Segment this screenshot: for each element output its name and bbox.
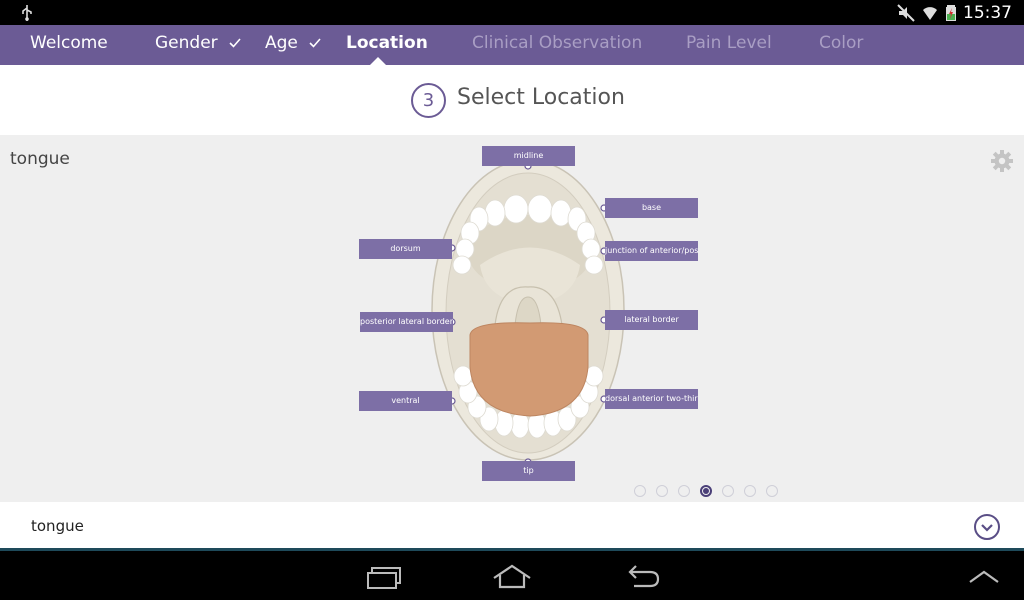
selected-location: tongue xyxy=(31,517,84,535)
active-step-indicator xyxy=(370,57,386,65)
location-tag-tip[interactable]: tip xyxy=(482,461,575,481)
nav-step-label: Location xyxy=(346,33,428,53)
page-dot[interactable] xyxy=(656,485,668,497)
nav-step-label: Age xyxy=(265,33,298,53)
page-header: 3 Select Location xyxy=(0,65,1024,135)
nav-step-label: Welcome xyxy=(30,33,108,53)
page-dot[interactable] xyxy=(678,485,690,497)
page-dot[interactable] xyxy=(744,485,756,497)
nav-step-location[interactable]: Location xyxy=(346,25,428,65)
location-tag-dorsum[interactable]: dorsum xyxy=(359,239,452,259)
step-navigation: Welcome Gender Age Location Clinical Obs… xyxy=(0,25,1024,65)
step-number-badge: 3 xyxy=(411,83,446,118)
back-icon[interactable] xyxy=(622,562,662,592)
nav-step-label: Clinical Observation xyxy=(472,33,643,53)
clock: 15:37 xyxy=(963,3,1012,23)
check-icon xyxy=(309,38,321,48)
page-dot[interactable] xyxy=(722,485,734,497)
location-tag-midline[interactable]: midline xyxy=(482,146,575,166)
location-tag-ventral[interactable]: ventral xyxy=(359,391,452,411)
nav-step-gender[interactable]: Gender xyxy=(155,25,241,65)
expand-selection-button[interactable] xyxy=(974,514,1000,540)
location-tag-dorsal-anterior-two-thirds[interactable]: dorsal anterior two-thirds xyxy=(605,389,698,409)
chevron-down-icon xyxy=(981,524,993,532)
status-bar: 15:37 xyxy=(0,0,1024,25)
battery-icon xyxy=(946,5,956,21)
nav-step-pain-level[interactable]: Pain Level xyxy=(686,25,772,65)
page-dot[interactable] xyxy=(634,485,646,497)
nav-step-color[interactable]: Color xyxy=(819,25,863,65)
system-navigation-bar xyxy=(0,554,1024,600)
selection-bar: tongue xyxy=(0,502,1024,551)
page-dot-active[interactable] xyxy=(700,485,712,497)
page-dot[interactable] xyxy=(766,485,778,497)
recent-apps-icon[interactable] xyxy=(362,562,402,592)
location-panel: tongue midline base dorsum junction of a… xyxy=(0,135,1024,502)
mute-icon xyxy=(897,4,915,22)
check-icon xyxy=(229,38,241,48)
home-icon[interactable] xyxy=(492,562,532,592)
location-tag-lateral-border[interactable]: lateral border xyxy=(605,310,698,330)
wifi-icon xyxy=(923,7,937,20)
usb-icon xyxy=(22,5,32,21)
nav-step-age[interactable]: Age xyxy=(265,25,321,65)
location-tag-posterior-lateral-border[interactable]: posterior lateral border xyxy=(360,312,453,332)
mouth-diagram xyxy=(431,159,625,466)
page-indicator xyxy=(634,485,778,497)
nav-step-label: Color xyxy=(819,33,864,53)
location-tag-base[interactable]: base xyxy=(605,198,698,218)
nav-step-label: Gender xyxy=(155,33,218,53)
location-tag-junction[interactable]: junction of anterior/posterior xyxy=(605,241,698,261)
nav-step-welcome[interactable]: Welcome xyxy=(30,25,108,65)
chevron-up-icon[interactable] xyxy=(964,562,1004,592)
nav-step-clinical-observation[interactable]: Clinical Observation xyxy=(472,25,642,65)
nav-step-label: Pain Level xyxy=(686,33,772,53)
page-title: Select Location xyxy=(457,85,625,110)
